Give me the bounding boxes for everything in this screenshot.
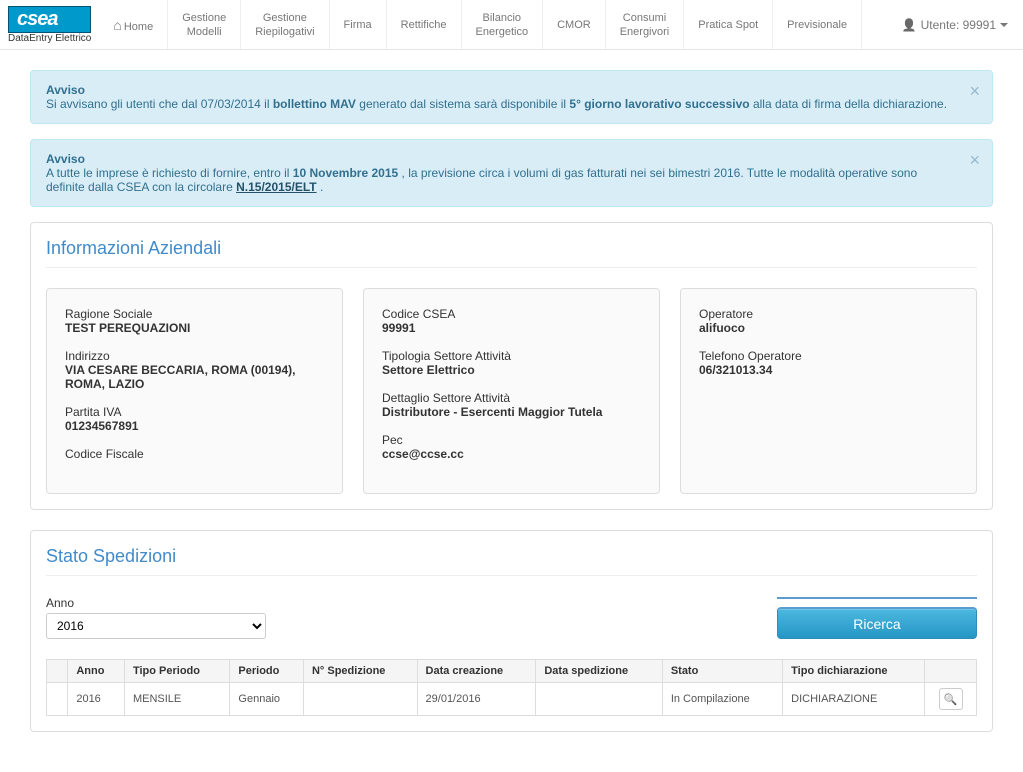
brand-link[interactable]: csea DataEntry Elettrico: [0, 0, 99, 49]
close-icon[interactable]: ×: [969, 81, 980, 102]
th-tipo-dichiarazione: Tipo dichiarazione: [783, 660, 925, 683]
circolare-link[interactable]: N.15/2015/ELT: [236, 180, 316, 194]
table-row: 2016 MENSILE Gennaio 29/01/2016 In Compi…: [47, 683, 977, 716]
th-stato: Stato: [662, 660, 782, 683]
nav-firma[interactable]: Firma: [330, 0, 386, 50]
nav-home[interactable]: Home: [99, 0, 167, 50]
nav-bilancio-energetico[interactable]: BilancioEnergetico: [462, 0, 543, 50]
nav-menu: Home GestioneModelli GestioneRiepilogati…: [99, 0, 886, 49]
section-title-informazioni: Informazioni Aziendali: [46, 238, 977, 268]
top-navbar: csea DataEntry Elettrico Home GestioneMo…: [0, 0, 1023, 50]
brand-subtitle: DataEntry Elettrico: [8, 33, 91, 44]
spedizioni-table: Anno Tipo Periodo Periodo N° Spedizione …: [46, 659, 977, 716]
info-card-operatore: Operatorealifuoco Telefono Operatore06/3…: [680, 288, 977, 494]
th-n-spedizione: N° Spedizione: [303, 660, 417, 683]
th-tipo-periodo: Tipo Periodo: [124, 660, 229, 683]
th-data-spedizione: Data spedizione: [536, 660, 662, 683]
nav-cmor[interactable]: CMOR: [543, 0, 605, 50]
alert-title: Avviso: [46, 152, 85, 166]
anno-label: Anno: [46, 596, 266, 610]
nav-rettifiche[interactable]: Rettifiche: [387, 0, 461, 50]
home-icon: Home: [113, 16, 153, 34]
alert-title: Avviso: [46, 83, 85, 97]
info-card-settore: Codice CSEA99991 Tipologia Settore Attiv…: [363, 288, 660, 494]
info-card-anagrafica: Ragione SocialeTEST PEREQUAZIONI Indiriz…: [46, 288, 343, 494]
user-label: Utente: 99991: [921, 18, 996, 32]
nav-pratica-spot[interactable]: Pratica Spot: [684, 0, 772, 50]
user-menu[interactable]: Utente: 99991: [887, 0, 1023, 49]
th-data-creazione: Data creazione: [417, 660, 536, 683]
nav-gestione-riepilogativi[interactable]: GestioneRiepilogativi: [241, 0, 328, 50]
nav-consumi-energivori[interactable]: ConsumiEnergivori: [606, 0, 684, 50]
panel-stato-spedizioni: Stato Spedizioni Anno 2016 Ricerca: [30, 530, 993, 732]
ricerca-button[interactable]: Ricerca: [777, 607, 977, 639]
section-title-spedizioni: Stato Spedizioni: [46, 546, 977, 576]
nav-previsionale[interactable]: Previsionale: [773, 0, 861, 50]
alert-previsione: × Avviso A tutte le imprese è richiesto …: [30, 139, 993, 207]
close-icon[interactable]: ×: [969, 150, 980, 171]
nav-gestione-modelli[interactable]: GestioneModelli: [168, 0, 240, 50]
th-anno: Anno: [68, 660, 125, 683]
caret-down-icon: [1000, 23, 1008, 27]
th-empty: [47, 660, 68, 683]
th-periodo: Periodo: [230, 660, 304, 683]
brand-logo: csea: [8, 6, 91, 33]
th-actions: [925, 660, 977, 683]
panel-informazioni-aziendali: Informazioni Aziendali Ragione SocialeTE…: [30, 222, 993, 510]
alert-mav: × Avviso Si avvisano gli utenti che dal …: [30, 70, 993, 124]
accent-line: [777, 597, 977, 599]
anno-select[interactable]: 2016: [46, 613, 266, 639]
search-icon[interactable]: [939, 688, 963, 710]
